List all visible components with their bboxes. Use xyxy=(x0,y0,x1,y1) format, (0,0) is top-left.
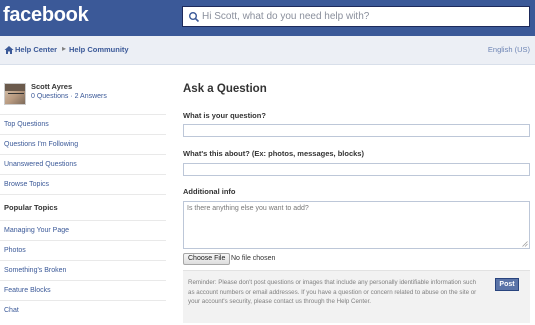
sidebar-item-photos[interactable]: Photos xyxy=(0,240,166,260)
breadcrumb-separator: ▸ xyxy=(62,44,67,53)
top-bar: facebook xyxy=(0,0,535,36)
topic-input[interactable] xyxy=(183,163,530,176)
sidebar: Scott Ayres 0 Questions · 2 Answers Top … xyxy=(0,66,166,325)
sidebar-item-unanswered-questions[interactable]: Unanswered Questions xyxy=(0,154,166,174)
avatar-hair xyxy=(5,84,25,91)
breadcrumb-help-center[interactable]: Help Center xyxy=(15,45,57,54)
avatar-glasses xyxy=(8,93,24,96)
profile-summary: Scott Ayres 0 Questions · 2 Answers xyxy=(0,66,166,111)
page-title: Ask a Question xyxy=(183,83,267,95)
popular-topics-heading: Popular Topics xyxy=(0,194,166,220)
additional-info-label: Additional info xyxy=(183,187,236,196)
sidebar-item-chat[interactable]: Chat xyxy=(0,300,166,320)
search-input[interactable] xyxy=(202,8,522,25)
sidebar-item-top-questions[interactable]: Top Questions xyxy=(0,114,166,134)
reminder-text: Reminder: Please don't post questions or… xyxy=(188,279,477,305)
sidebar-item-feature-blocks[interactable]: Feature Blocks xyxy=(0,280,166,300)
profile-stats[interactable]: 0 Questions · 2 Answers xyxy=(31,93,107,100)
reminder-box: Reminder: Please don't post questions or… xyxy=(183,270,530,323)
file-status: No file chosen xyxy=(231,255,276,262)
home-icon[interactable] xyxy=(4,45,14,55)
profile-name[interactable]: Scott Ayres xyxy=(31,82,72,91)
additional-info-textarea[interactable] xyxy=(183,201,530,249)
question-label: What is your question? xyxy=(183,111,266,120)
language-selector[interactable]: English (US) xyxy=(488,45,530,54)
sidebar-item-browse-topics[interactable]: Browse Topics xyxy=(0,174,166,194)
search-icon xyxy=(189,12,200,23)
post-button[interactable]: Post xyxy=(495,278,519,291)
choose-file-button[interactable]: Choose File xyxy=(183,253,231,265)
sidebar-item-questions-following[interactable]: Questions I'm Following xyxy=(0,134,166,154)
ask-question-form: Ask a Question What is your question? Wh… xyxy=(183,66,530,325)
breadcrumb: Help Center ▸ Help Community English (US… xyxy=(0,36,535,65)
sidebar-item-something-broken[interactable]: Something's Broken xyxy=(0,260,166,280)
question-input[interactable] xyxy=(183,124,530,137)
avatar[interactable] xyxy=(4,83,26,105)
search-box[interactable] xyxy=(182,6,530,27)
resize-grip-icon[interactable] xyxy=(522,241,528,247)
sidebar-nav: Top Questions Questions I'm Following Un… xyxy=(0,114,166,320)
topic-label: What's this about? (Ex: photos, messages… xyxy=(183,149,364,158)
facebook-logo[interactable]: facebook xyxy=(3,4,89,27)
breadcrumb-help-community[interactable]: Help Community xyxy=(69,45,129,54)
sidebar-item-managing-page[interactable]: Managing Your Page xyxy=(0,220,166,240)
